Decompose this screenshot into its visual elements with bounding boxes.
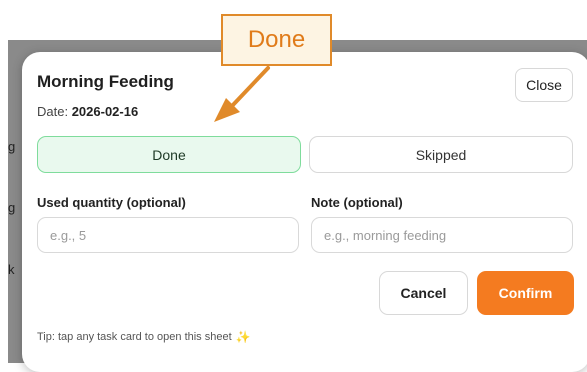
task-sheet: Morning Feeding Date: 2026-02-16 Close D… [22, 52, 587, 372]
background-row-text: g [8, 139, 16, 154]
sparkle-icon: ✨ [235, 330, 251, 344]
callout-label: Done [221, 14, 332, 66]
date-label: Date: [37, 104, 69, 119]
confirm-button[interactable]: Confirm [477, 271, 574, 315]
date-value: 2026-02-16 [71, 104, 139, 119]
background-row-text: k [8, 262, 15, 277]
note-input[interactable] [311, 217, 573, 253]
close-button[interactable]: Close [515, 68, 573, 102]
background-row-text: g [8, 200, 16, 215]
quantity-input[interactable] [37, 217, 299, 253]
status-skipped-button[interactable]: Skipped [309, 136, 573, 173]
status-done-button[interactable]: Done [37, 136, 301, 173]
note-label: Note (optional) [311, 195, 403, 210]
quantity-label: Used quantity (optional) [37, 195, 186, 210]
sheet-title: Morning Feeding [37, 72, 174, 91]
tip-text: Tip: tap any task card to open this shee… [37, 330, 251, 344]
tip-label: Tip: tap any task card to open this shee… [37, 331, 232, 343]
sheet-date: Date: 2026-02-16 [37, 104, 138, 119]
cancel-button[interactable]: Cancel [379, 271, 468, 315]
